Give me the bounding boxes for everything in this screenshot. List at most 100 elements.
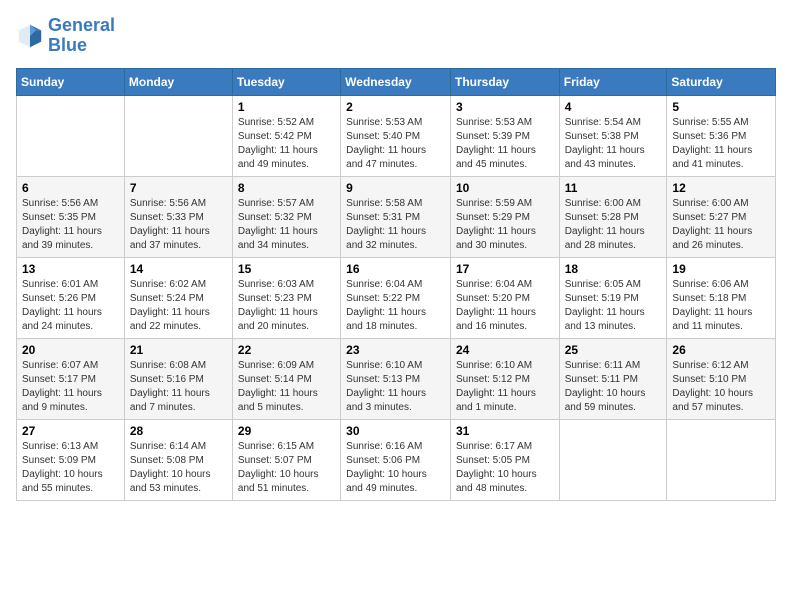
calendar-cell: 14 Sunrise: 6:02 AM Sunset: 5:24 PM Dayl… bbox=[124, 257, 232, 338]
calendar-cell: 4 Sunrise: 5:54 AM Sunset: 5:38 PM Dayli… bbox=[559, 95, 667, 176]
calendar-cell: 16 Sunrise: 6:04 AM Sunset: 5:22 PM Dayl… bbox=[341, 257, 451, 338]
day-number: 9 bbox=[346, 181, 445, 195]
calendar-cell: 30 Sunrise: 6:16 AM Sunset: 5:06 PM Dayl… bbox=[341, 419, 451, 500]
logo-text: General Blue bbox=[48, 16, 115, 56]
day-info: Sunrise: 6:14 AM Sunset: 5:08 PM Dayligh… bbox=[130, 440, 227, 496]
page-header: General Blue bbox=[16, 16, 776, 56]
day-number: 15 bbox=[238, 262, 335, 276]
day-info: Sunrise: 5:57 AM Sunset: 5:32 PM Dayligh… bbox=[238, 197, 335, 253]
calendar-cell bbox=[17, 95, 125, 176]
calendar-cell bbox=[124, 95, 232, 176]
calendar-cell: 15 Sunrise: 6:03 AM Sunset: 5:23 PM Dayl… bbox=[232, 257, 340, 338]
day-number: 16 bbox=[346, 262, 445, 276]
calendar-cell: 21 Sunrise: 6:08 AM Sunset: 5:16 PM Dayl… bbox=[124, 338, 232, 419]
day-info: Sunrise: 6:00 AM Sunset: 5:28 PM Dayligh… bbox=[565, 197, 662, 253]
day-info: Sunrise: 5:54 AM Sunset: 5:38 PM Dayligh… bbox=[565, 116, 662, 172]
day-number: 6 bbox=[22, 181, 119, 195]
day-info: Sunrise: 6:07 AM Sunset: 5:17 PM Dayligh… bbox=[22, 359, 119, 415]
day-info: Sunrise: 6:02 AM Sunset: 5:24 PM Dayligh… bbox=[130, 278, 227, 334]
calendar-cell: 22 Sunrise: 6:09 AM Sunset: 5:14 PM Dayl… bbox=[232, 338, 340, 419]
day-info: Sunrise: 6:03 AM Sunset: 5:23 PM Dayligh… bbox=[238, 278, 335, 334]
day-number: 28 bbox=[130, 424, 227, 438]
day-number: 31 bbox=[456, 424, 554, 438]
day-info: Sunrise: 6:08 AM Sunset: 5:16 PM Dayligh… bbox=[130, 359, 227, 415]
day-number: 13 bbox=[22, 262, 119, 276]
day-info: Sunrise: 5:53 AM Sunset: 5:39 PM Dayligh… bbox=[456, 116, 554, 172]
day-info: Sunrise: 6:10 AM Sunset: 5:13 PM Dayligh… bbox=[346, 359, 445, 415]
calendar-cell: 20 Sunrise: 6:07 AM Sunset: 5:17 PM Dayl… bbox=[17, 338, 125, 419]
day-number: 10 bbox=[456, 181, 554, 195]
calendar-cell: 12 Sunrise: 6:00 AM Sunset: 5:27 PM Dayl… bbox=[667, 176, 776, 257]
day-number: 3 bbox=[456, 100, 554, 114]
day-info: Sunrise: 5:59 AM Sunset: 5:29 PM Dayligh… bbox=[456, 197, 554, 253]
weekday-header-saturday: Saturday bbox=[667, 68, 776, 95]
day-info: Sunrise: 5:56 AM Sunset: 5:35 PM Dayligh… bbox=[22, 197, 119, 253]
day-number: 8 bbox=[238, 181, 335, 195]
day-info: Sunrise: 6:04 AM Sunset: 5:20 PM Dayligh… bbox=[456, 278, 554, 334]
day-info: Sunrise: 6:16 AM Sunset: 5:06 PM Dayligh… bbox=[346, 440, 445, 496]
day-number: 2 bbox=[346, 100, 445, 114]
calendar-cell: 7 Sunrise: 5:56 AM Sunset: 5:33 PM Dayli… bbox=[124, 176, 232, 257]
day-info: Sunrise: 6:09 AM Sunset: 5:14 PM Dayligh… bbox=[238, 359, 335, 415]
day-number: 11 bbox=[565, 181, 662, 195]
day-number: 26 bbox=[672, 343, 770, 357]
day-info: Sunrise: 5:53 AM Sunset: 5:40 PM Dayligh… bbox=[346, 116, 445, 172]
weekday-header-wednesday: Wednesday bbox=[341, 68, 451, 95]
day-number: 18 bbox=[565, 262, 662, 276]
day-info: Sunrise: 6:05 AM Sunset: 5:19 PM Dayligh… bbox=[565, 278, 662, 334]
calendar-cell: 1 Sunrise: 5:52 AM Sunset: 5:42 PM Dayli… bbox=[232, 95, 340, 176]
calendar-cell: 6 Sunrise: 5:56 AM Sunset: 5:35 PM Dayli… bbox=[17, 176, 125, 257]
weekday-header-monday: Monday bbox=[124, 68, 232, 95]
calendar-cell: 3 Sunrise: 5:53 AM Sunset: 5:39 PM Dayli… bbox=[450, 95, 559, 176]
day-number: 24 bbox=[456, 343, 554, 357]
day-number: 17 bbox=[456, 262, 554, 276]
day-number: 30 bbox=[346, 424, 445, 438]
day-info: Sunrise: 6:12 AM Sunset: 5:10 PM Dayligh… bbox=[672, 359, 770, 415]
day-number: 7 bbox=[130, 181, 227, 195]
day-number: 19 bbox=[672, 262, 770, 276]
calendar-cell: 8 Sunrise: 5:57 AM Sunset: 5:32 PM Dayli… bbox=[232, 176, 340, 257]
weekday-header-sunday: Sunday bbox=[17, 68, 125, 95]
weekday-header-tuesday: Tuesday bbox=[232, 68, 340, 95]
calendar-cell: 28 Sunrise: 6:14 AM Sunset: 5:08 PM Dayl… bbox=[124, 419, 232, 500]
calendar-cell: 25 Sunrise: 6:11 AM Sunset: 5:11 PM Dayl… bbox=[559, 338, 667, 419]
day-info: Sunrise: 6:11 AM Sunset: 5:11 PM Dayligh… bbox=[565, 359, 662, 415]
calendar-cell: 13 Sunrise: 6:01 AM Sunset: 5:26 PM Dayl… bbox=[17, 257, 125, 338]
day-number: 21 bbox=[130, 343, 227, 357]
day-info: Sunrise: 6:01 AM Sunset: 5:26 PM Dayligh… bbox=[22, 278, 119, 334]
day-info: Sunrise: 6:10 AM Sunset: 5:12 PM Dayligh… bbox=[456, 359, 554, 415]
calendar-cell: 26 Sunrise: 6:12 AM Sunset: 5:10 PM Dayl… bbox=[667, 338, 776, 419]
day-number: 25 bbox=[565, 343, 662, 357]
calendar-cell: 9 Sunrise: 5:58 AM Sunset: 5:31 PM Dayli… bbox=[341, 176, 451, 257]
calendar-table: SundayMondayTuesdayWednesdayThursdayFrid… bbox=[16, 68, 776, 501]
day-number: 12 bbox=[672, 181, 770, 195]
day-number: 23 bbox=[346, 343, 445, 357]
weekday-header-thursday: Thursday bbox=[450, 68, 559, 95]
day-info: Sunrise: 5:58 AM Sunset: 5:31 PM Dayligh… bbox=[346, 197, 445, 253]
weekday-header-friday: Friday bbox=[559, 68, 667, 95]
day-info: Sunrise: 6:15 AM Sunset: 5:07 PM Dayligh… bbox=[238, 440, 335, 496]
day-info: Sunrise: 5:52 AM Sunset: 5:42 PM Dayligh… bbox=[238, 116, 335, 172]
day-info: Sunrise: 5:56 AM Sunset: 5:33 PM Dayligh… bbox=[130, 197, 227, 253]
calendar-cell bbox=[559, 419, 667, 500]
calendar-cell: 19 Sunrise: 6:06 AM Sunset: 5:18 PM Dayl… bbox=[667, 257, 776, 338]
day-info: Sunrise: 6:00 AM Sunset: 5:27 PM Dayligh… bbox=[672, 197, 770, 253]
calendar-cell: 10 Sunrise: 5:59 AM Sunset: 5:29 PM Dayl… bbox=[450, 176, 559, 257]
day-info: Sunrise: 6:04 AM Sunset: 5:22 PM Dayligh… bbox=[346, 278, 445, 334]
calendar-cell: 24 Sunrise: 6:10 AM Sunset: 5:12 PM Dayl… bbox=[450, 338, 559, 419]
logo: General Blue bbox=[16, 16, 115, 56]
day-number: 29 bbox=[238, 424, 335, 438]
day-info: Sunrise: 6:06 AM Sunset: 5:18 PM Dayligh… bbox=[672, 278, 770, 334]
logo-icon bbox=[16, 22, 44, 50]
day-number: 14 bbox=[130, 262, 227, 276]
calendar-cell: 11 Sunrise: 6:00 AM Sunset: 5:28 PM Dayl… bbox=[559, 176, 667, 257]
calendar-cell bbox=[667, 419, 776, 500]
calendar-cell: 29 Sunrise: 6:15 AM Sunset: 5:07 PM Dayl… bbox=[232, 419, 340, 500]
calendar-cell: 18 Sunrise: 6:05 AM Sunset: 5:19 PM Dayl… bbox=[559, 257, 667, 338]
day-number: 27 bbox=[22, 424, 119, 438]
day-number: 20 bbox=[22, 343, 119, 357]
calendar-cell: 27 Sunrise: 6:13 AM Sunset: 5:09 PM Dayl… bbox=[17, 419, 125, 500]
day-info: Sunrise: 6:13 AM Sunset: 5:09 PM Dayligh… bbox=[22, 440, 119, 496]
calendar-cell: 5 Sunrise: 5:55 AM Sunset: 5:36 PM Dayli… bbox=[667, 95, 776, 176]
day-number: 1 bbox=[238, 100, 335, 114]
